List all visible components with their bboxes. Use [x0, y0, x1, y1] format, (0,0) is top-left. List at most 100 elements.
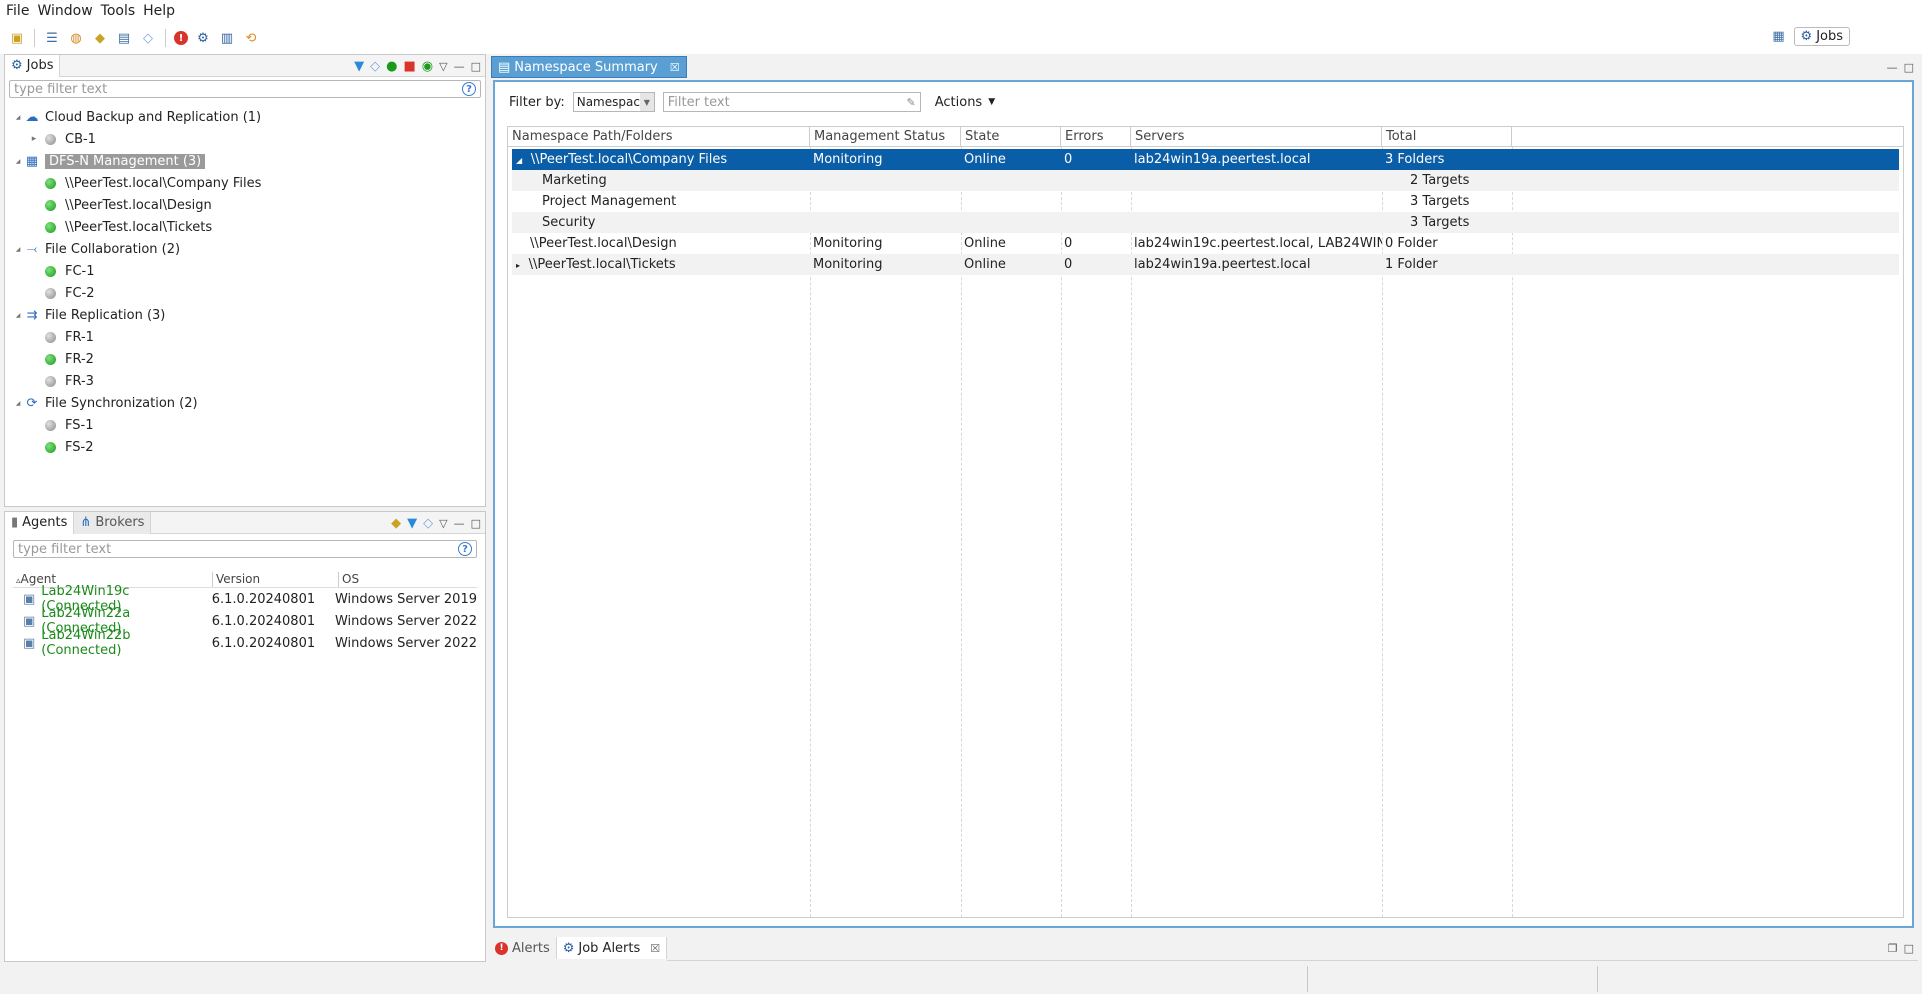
stop-icon[interactable]: ■: [403, 59, 415, 74]
tree-job[interactable]: FC-2: [29, 283, 95, 303]
namespace-row[interactable]: \\PeerTest.local\Design Monitoring Online 0…: [512, 233, 1899, 254]
tree-job[interactable]: FS-2: [29, 437, 93, 457]
tab-job-alerts[interactable]: ⚙ Job Alerts ☒: [556, 937, 668, 959]
tree-category-label: File Synchronization (2): [45, 395, 198, 411]
expand-toggle-icon[interactable]: ◢: [13, 246, 23, 253]
agents-icon[interactable]: ◆: [391, 516, 401, 531]
chevron-down-icon: ▼: [639, 93, 654, 111]
menu-tools[interactable]: Tools: [99, 3, 142, 19]
tree-category[interactable]: ◢ ⟳ File Synchronization (2): [13, 393, 198, 413]
close-icon[interactable]: ☒: [670, 61, 680, 74]
menu-help[interactable]: Help: [141, 3, 181, 19]
menu-file[interactable]: File: [4, 3, 35, 19]
cell-status: Monitoring: [813, 257, 883, 272]
start-icon[interactable]: ●: [386, 59, 397, 74]
jobs-filter-input[interactable]: type filter text ?: [9, 80, 481, 98]
restore-icon[interactable]: ❐: [1888, 942, 1898, 955]
menu-window[interactable]: Window: [35, 3, 98, 19]
tree-job[interactable]: FR-2: [29, 349, 94, 369]
clear-icon[interactable]: ✎: [907, 96, 916, 109]
status-bar: [0, 964, 1922, 994]
tree-job[interactable]: FC-1: [29, 261, 95, 281]
alert-icon[interactable]: !: [174, 31, 188, 45]
help-icon[interactable]: ?: [462, 82, 476, 96]
tree-job[interactable]: \\PeerTest.local\Tickets: [29, 217, 212, 237]
tab-namespace-summary[interactable]: ▤ Namespace Summary ☒: [491, 56, 687, 78]
expand-toggle-icon[interactable]: ◢: [13, 312, 23, 319]
filter-by-select[interactable]: Namespac ▼: [572, 92, 655, 112]
agent-os: Windows Server 2019: [334, 591, 477, 607]
expand-toggle-icon[interactable]: ▸: [516, 261, 523, 270]
tree-category[interactable]: ◢ ⇉ File Replication (3): [13, 305, 166, 325]
agent-row[interactable]: ▣ Lab24Win22b (Connected) 6.1.0.20240801 Wi…: [13, 628, 477, 658]
namespace-row[interactable]: Security 3 Targets: [512, 212, 1899, 233]
namespace-row[interactable]: ◢ \\PeerTest.local\Company Files Monitori…: [512, 149, 1899, 170]
column-os[interactable]: OS: [339, 572, 477, 587]
namespace-row[interactable]: ▸ \\PeerTest.local\Tickets Monitoring Onli…: [512, 254, 1899, 275]
tree-category[interactable]: ◢ ▦ DFS-N Management (3): [13, 151, 206, 171]
filter-icon[interactable]: ▼: [354, 59, 364, 74]
maximize-icon[interactable]: □: [471, 60, 481, 73]
open-perspective-icon[interactable]: ▦: [1770, 28, 1788, 46]
minimize-icon[interactable]: —: [454, 60, 465, 73]
brokers-icon: ⋔: [80, 515, 92, 530]
maximize-icon[interactable]: □: [1904, 61, 1914, 74]
agents-icon[interactable]: ◆: [91, 29, 109, 47]
tag-icon[interactable]: ◇: [423, 516, 433, 531]
sync-icon: ⟳: [26, 395, 38, 411]
summary-filter-input[interactable]: Filter text ✎: [662, 92, 921, 112]
expand-toggle-icon[interactable]: ◢: [13, 400, 23, 407]
tab-alerts[interactable]: ! Alerts: [489, 937, 557, 959]
globe-icon[interactable]: ◍: [67, 29, 85, 47]
tree-job[interactable]: FR-1: [29, 327, 94, 347]
actions-button[interactable]: Actions ▼: [929, 95, 995, 110]
tree-category-label: Cloud Backup and Replication (1): [45, 109, 262, 125]
replication-icon: ⇉: [26, 307, 38, 323]
tree-job[interactable]: \\PeerTest.local\Design: [29, 195, 212, 215]
column-total[interactable]: Total Folders/Targets: [1382, 127, 1512, 164]
tree-job[interactable]: \\PeerTest.local\Company Files: [29, 173, 261, 193]
expand-toggle-icon[interactable]: ◢: [13, 158, 23, 165]
close-icon[interactable]: ☒: [650, 942, 660, 955]
column-errors[interactable]: Errors: [1061, 127, 1131, 147]
tab-jobs[interactable]: ⚙ Jobs: [5, 54, 61, 77]
expand-toggle-icon[interactable]: ▸: [29, 134, 39, 144]
list-view-icon[interactable]: ☰: [43, 29, 61, 47]
gear-icon[interactable]: ⚙: [194, 29, 212, 47]
tag-icon[interactable]: ◇: [139, 29, 157, 47]
refresh-icon[interactable]: ⟲: [242, 29, 260, 47]
tab-brokers[interactable]: ⋔ Brokers: [74, 511, 152, 534]
column-version[interactable]: Version: [213, 572, 339, 587]
column-namespace-path[interactable]: Namespace Path/Folders: [508, 127, 810, 147]
tab-agents[interactable]: ▮ Agents: [5, 511, 75, 534]
clipboard-icon[interactable]: ▥: [218, 29, 236, 47]
new-job-icon[interactable]: ▣: [8, 29, 26, 47]
cell-path: \\PeerTest.local\Design: [512, 233, 814, 254]
servers-icon[interactable]: ▤: [115, 29, 133, 47]
tag-icon[interactable]: ◇: [370, 59, 380, 74]
view-menu-icon[interactable]: ▽: [439, 517, 447, 530]
namespace-row[interactable]: Project Management 3 Targets: [512, 191, 1899, 212]
tree-job[interactable]: FS-1: [29, 415, 93, 435]
agents-filter-input[interactable]: type filter text ?: [13, 540, 477, 558]
help-icon[interactable]: ?: [458, 542, 472, 556]
view-menu-icon[interactable]: ▽: [439, 60, 447, 73]
schedule-icon[interactable]: ◉: [422, 59, 433, 74]
server-icon: ▣: [23, 591, 36, 607]
jobs-perspective-button[interactable]: ⚙ Jobs: [1793, 27, 1850, 46]
filter-icon[interactable]: ▼: [407, 516, 417, 531]
tree-job[interactable]: ▸ CB-1: [29, 129, 96, 149]
column-servers[interactable]: Servers: [1131, 127, 1382, 147]
maximize-icon[interactable]: □: [471, 517, 481, 530]
column-management-status[interactable]: Management Status: [810, 127, 961, 147]
expand-toggle-icon[interactable]: ◢: [516, 156, 525, 165]
minimize-icon[interactable]: —: [1887, 61, 1898, 74]
tree-category[interactable]: ◢ ☁ Cloud Backup and Replication (1): [13, 107, 261, 127]
tree-job[interactable]: FR-3: [29, 371, 94, 391]
maximize-icon[interactable]: □: [1904, 942, 1914, 955]
column-state[interactable]: State: [961, 127, 1061, 147]
namespace-row[interactable]: Marketing 2 Targets: [512, 170, 1899, 191]
minimize-icon[interactable]: —: [454, 517, 465, 530]
tree-category[interactable]: ◢ ⤙ File Collaboration (2): [13, 239, 180, 259]
expand-toggle-icon[interactable]: ◢: [13, 114, 23, 121]
